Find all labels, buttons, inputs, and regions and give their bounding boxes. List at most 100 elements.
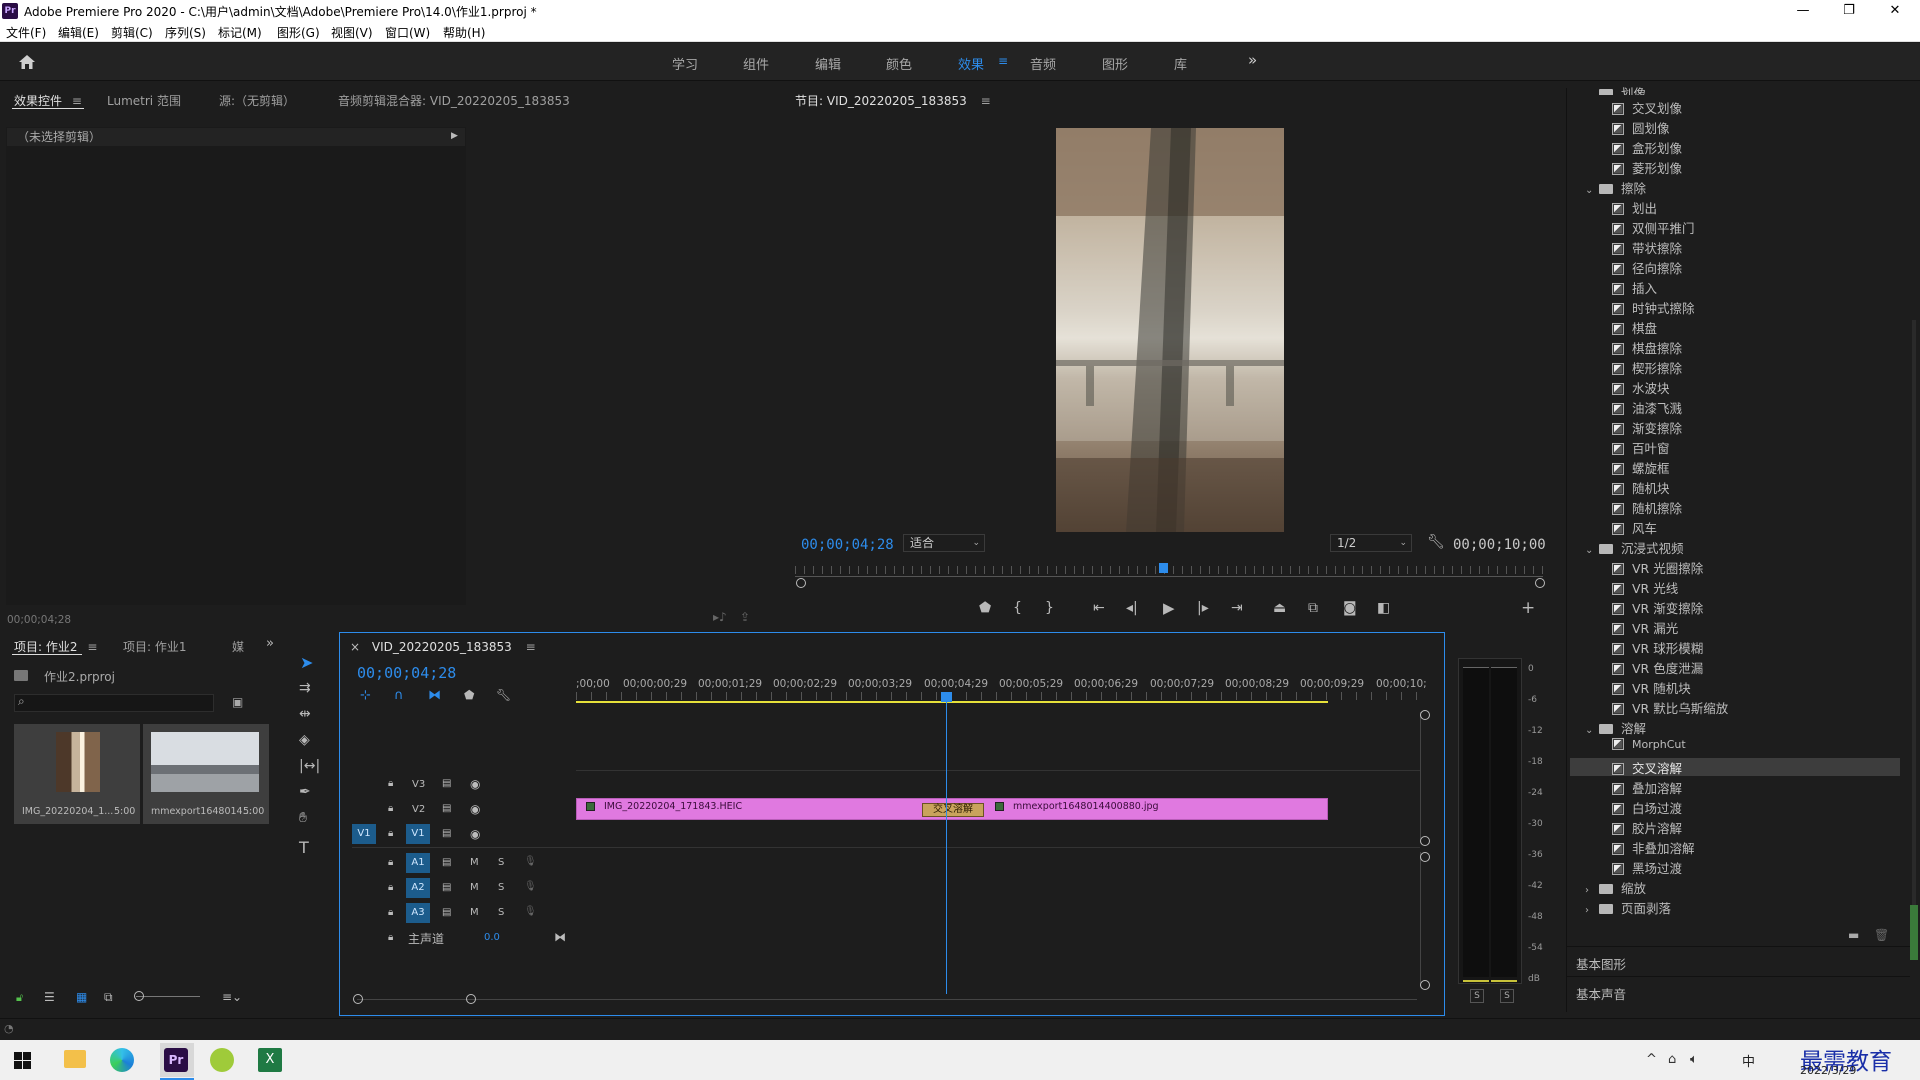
menu-sequence[interactable]: 序列(S) bbox=[165, 24, 206, 41]
microphone-icon[interactable]: 🎙︎ bbox=[524, 856, 537, 867]
timeline-timecode[interactable]: 00;00;04;28 bbox=[357, 664, 456, 682]
zoom-slider[interactable] bbox=[136, 996, 200, 997]
go-to-in-icon[interactable]: ⇤ bbox=[1093, 600, 1105, 616]
effect-item[interactable]: 带状擦除 bbox=[1612, 238, 1682, 256]
effect-item[interactable]: 时钟式擦除 bbox=[1612, 298, 1695, 316]
program-playhead-timecode[interactable]: 00;00;04;28 bbox=[801, 537, 894, 553]
video-scroll-handle[interactable] bbox=[1420, 710, 1430, 720]
effects-folder-zoom[interactable]: › 缩放 bbox=[1585, 878, 1646, 896]
extract-icon[interactable]: ⧉ bbox=[1308, 600, 1318, 616]
menu-marker[interactable]: 标记(M) bbox=[218, 24, 262, 41]
effects-folder-immersive[interactable]: ⌄ 沉浸式视频 bbox=[1585, 538, 1684, 556]
program-time-ruler[interactable] bbox=[795, 566, 1543, 574]
effect-item[interactable]: VR 色度泄漏 bbox=[1612, 658, 1703, 676]
workspace-menu-icon[interactable]: ≡ bbox=[998, 54, 1008, 68]
audio-scroll-handle[interactable] bbox=[1420, 980, 1430, 990]
lift-icon[interactable]: ⏏ bbox=[1273, 600, 1286, 616]
effect-item[interactable]: 盒形划像 bbox=[1612, 138, 1682, 156]
track-lock-icon[interactable]: 🔒︎ bbox=[388, 857, 393, 868]
effects-scrollbar[interactable] bbox=[1912, 320, 1916, 940]
workspace-tab-libraries[interactable]: 库 bbox=[1174, 54, 1187, 73]
track-lock-icon[interactable]: 🔒︎ bbox=[388, 907, 393, 918]
effect-item[interactable]: VR 球形模糊 bbox=[1612, 638, 1703, 656]
tray-volume-icon[interactable]: 🔈︎ bbox=[1690, 1052, 1698, 1067]
effect-item[interactable]: 径向擦除 bbox=[1612, 258, 1682, 276]
effect-item[interactable]: 棋盘擦除 bbox=[1612, 338, 1682, 356]
project-item[interactable]: mmexport1648014... 5:00 bbox=[143, 724, 269, 824]
mute-button[interactable]: M bbox=[470, 857, 479, 868]
microphone-icon[interactable]: 🎙︎ bbox=[524, 906, 537, 917]
eye-icon[interactable]: ◉ bbox=[470, 802, 480, 816]
selection-tool-icon[interactable]: ➤ bbox=[300, 653, 313, 672]
tab-audio-clip-mixer[interactable]: 音频剪辑混合器: VID_20220205_183853 bbox=[338, 92, 570, 109]
type-tool-icon[interactable]: T bbox=[299, 838, 309, 857]
workspace-tab-audio[interactable]: 音频 bbox=[1030, 54, 1056, 73]
mute-button[interactable]: M bbox=[470, 882, 479, 893]
mark-in-icon[interactable]: { bbox=[1013, 600, 1022, 616]
effect-item[interactable]: 划出 bbox=[1612, 198, 1657, 216]
playback-resolution-dropdown[interactable]: 1/2 ⌄ bbox=[1330, 534, 1412, 552]
effect-item[interactable]: 菱形划像 bbox=[1612, 158, 1682, 176]
excel-icon[interactable]: X bbox=[258, 1048, 282, 1072]
tab-source[interactable]: 源:（无剪辑） bbox=[219, 92, 295, 109]
eye-icon[interactable]: ◉ bbox=[470, 827, 480, 841]
solo-button[interactable]: S bbox=[498, 857, 504, 868]
effect-item[interactable]: 百叶窗 bbox=[1612, 438, 1670, 456]
windows-start-icon[interactable] bbox=[14, 1052, 31, 1069]
workspace-tab-editing[interactable]: 编辑 bbox=[815, 54, 841, 73]
effect-item[interactable]: 叠加溶解 bbox=[1612, 778, 1682, 796]
hand-tool-icon[interactable]: ✋︎ bbox=[299, 810, 307, 826]
menu-view[interactable]: 视图(V) bbox=[331, 24, 373, 41]
solo-button[interactable]: S bbox=[498, 882, 504, 893]
tab-media-browser[interactable]: 媒 bbox=[232, 638, 244, 655]
effect-item[interactable]: VR 随机块 bbox=[1612, 678, 1691, 696]
home-icon[interactable] bbox=[18, 54, 36, 70]
transition-cross-dissolve[interactable]: 交叉溶解 bbox=[922, 803, 984, 817]
minimize-button[interactable]: — bbox=[1780, 0, 1826, 22]
tab-effect-controls[interactable]: 效果控件 bbox=[14, 94, 62, 108]
mute-button[interactable]: M bbox=[470, 907, 479, 918]
audio-scroll-handle[interactable] bbox=[1420, 852, 1430, 862]
panel-basic-sound[interactable]: 基本声音 bbox=[1576, 984, 1626, 1003]
panel-menu-icon[interactable]: ≡ bbox=[72, 94, 82, 108]
effect-item[interactable]: 黑场过渡 bbox=[1612, 858, 1682, 876]
effect-item[interactable]: 水波块 bbox=[1612, 378, 1670, 396]
effect-item[interactable]: 白场过渡 bbox=[1612, 798, 1682, 816]
track-lock-icon[interactable]: 🔒︎ bbox=[388, 828, 393, 839]
pen-tool-icon[interactable]: ✒︎ bbox=[299, 784, 311, 800]
microphone-icon[interactable]: 🎙︎ bbox=[524, 881, 537, 892]
menu-file[interactable]: 文件(F) bbox=[6, 24, 46, 41]
menu-edit[interactable]: 编辑(E) bbox=[58, 24, 99, 41]
effects-folder-page-peel[interactable]: › 页面剥落 bbox=[1585, 898, 1671, 916]
sync-lock-icon[interactable]: ▤ bbox=[442, 778, 451, 789]
list-view-icon[interactable]: ☰ bbox=[44, 990, 55, 1004]
new-bin-icon[interactable]: ▬ bbox=[1848, 928, 1859, 942]
solo-right-button[interactable]: S bbox=[1500, 989, 1514, 1003]
sort-icon[interactable]: ≡⌄ bbox=[222, 990, 242, 1004]
zoom-handle-left[interactable] bbox=[796, 578, 806, 588]
freeform-view-icon[interactable]: ⧉ bbox=[104, 990, 113, 1005]
maximize-button[interactable]: ❐ bbox=[1826, 0, 1872, 22]
effect-item[interactable]: MorphCut bbox=[1612, 738, 1686, 756]
tray-chevron-up-icon[interactable]: ^ bbox=[1646, 1052, 1657, 1067]
track-lock-icon[interactable]: 🔒︎ bbox=[388, 882, 393, 893]
go-to-out-icon[interactable]: ⇥ bbox=[1231, 600, 1243, 616]
comparison-view-icon[interactable]: ◧ bbox=[1377, 600, 1390, 616]
add-marker-icon[interactable]: ⬟ bbox=[979, 600, 991, 616]
premiere-taskbar-icon[interactable]: Pr bbox=[164, 1048, 188, 1072]
effect-item[interactable]: 交叉划像 bbox=[1612, 98, 1682, 116]
timeline-playhead-line[interactable] bbox=[946, 700, 947, 994]
sync-lock-icon[interactable]: ▤ bbox=[442, 803, 451, 814]
lock-icon[interactable]: 🔓︎ bbox=[16, 991, 23, 1005]
timeline-zoom-handle-right[interactable] bbox=[466, 994, 476, 1004]
track-lock-icon[interactable]: 🔒︎ bbox=[388, 803, 393, 814]
track-target-v1[interactable]: V1 bbox=[406, 824, 430, 844]
effect-item[interactable]: 油漆飞溅 bbox=[1612, 398, 1682, 416]
track-lock-icon[interactable]: 🔒︎ bbox=[388, 932, 393, 943]
settings-wrench-icon[interactable]: 🔧︎ bbox=[1427, 534, 1445, 550]
effects-folder-dissolve[interactable]: ⌄ 溶解 bbox=[1585, 718, 1646, 736]
solo-left-button[interactable]: S bbox=[1470, 989, 1484, 1003]
track-lock-icon[interactable]: 🔒︎ bbox=[388, 778, 393, 789]
effect-item[interactable]: VR 光线 bbox=[1612, 578, 1678, 596]
track-target-a3[interactable]: A3 bbox=[406, 903, 430, 923]
